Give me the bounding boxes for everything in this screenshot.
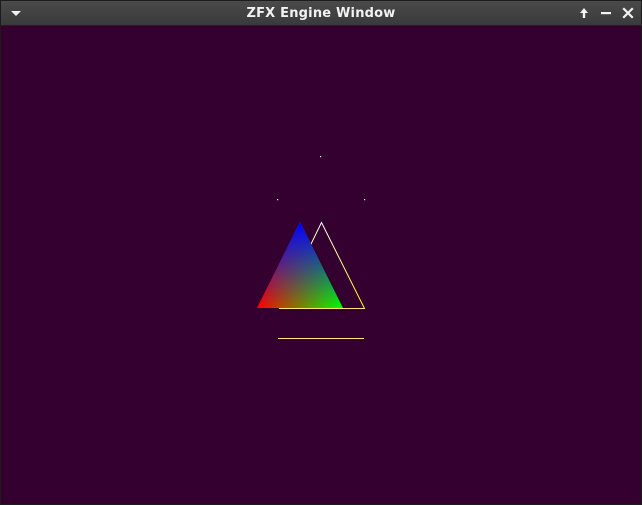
minimize-button[interactable] — [597, 4, 615, 22]
scene-point — [364, 199, 366, 201]
arrow-up-icon — [575, 4, 593, 22]
app-window: ZFX Engine Window — [0, 0, 642, 505]
window-title: ZFX Engine Window — [246, 6, 396, 21]
chevron-down-icon — [7, 4, 25, 22]
scene-point — [277, 199, 279, 201]
close-icon — [619, 4, 637, 22]
window-menu-button[interactable] — [7, 4, 25, 22]
maximize-button[interactable] — [575, 4, 593, 22]
minus-icon — [597, 4, 615, 22]
render-viewport[interactable] — [1, 26, 641, 504]
filled-triangle — [257, 222, 343, 308]
scene-point — [320, 156, 322, 158]
title-bar[interactable]: ZFX Engine Window — [1, 1, 641, 26]
scene-canvas — [257, 156, 366, 339]
close-button[interactable] — [619, 4, 637, 22]
